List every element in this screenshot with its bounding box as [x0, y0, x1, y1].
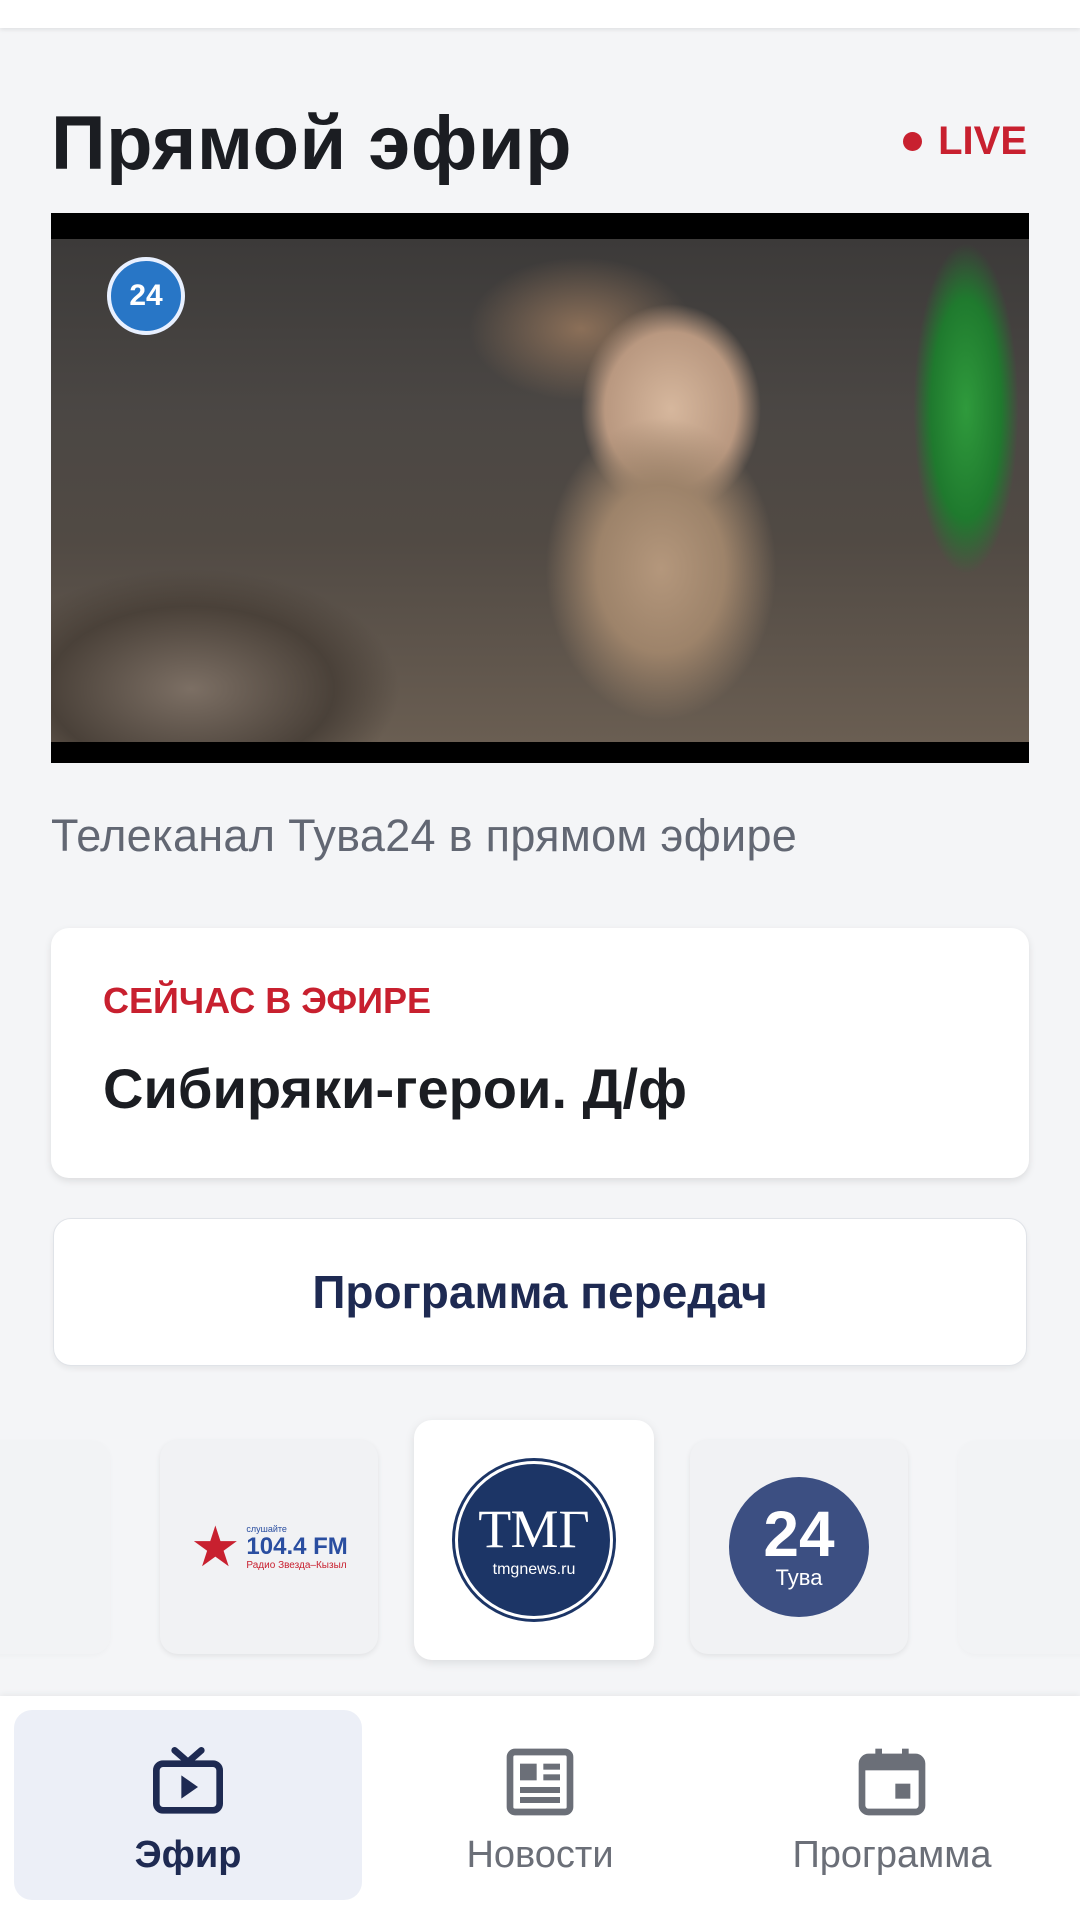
- video-frame: [51, 239, 1029, 742]
- page-title: Прямой эфир: [51, 101, 572, 186]
- tv-play-icon: [153, 1747, 223, 1814]
- now-playing-label: СЕЙЧАС В ЭФИРЕ: [103, 980, 432, 1021]
- live-indicator: LIVE: [903, 116, 1027, 166]
- nav-item-air[interactable]: Эфир: [14, 1710, 362, 1900]
- channel-card-zvezda[interactable]: ★ слушайте 104.4 FM Радио Звезда–Кызыл: [160, 1440, 378, 1654]
- live-label: LIVE: [938, 118, 1027, 163]
- live-dot-icon: [903, 131, 923, 151]
- zvezda-logo: ★ слушайте 104.4 FM Радио Звезда–Кызыл: [190, 1515, 348, 1578]
- now-playing-title: Сибиряки-герои. Д/ф: [103, 1057, 688, 1120]
- bottom-navigation: Эфир Новости Программа: [0, 1696, 1080, 1920]
- nav-label-schedule: Программа: [792, 1834, 992, 1876]
- top-bar: [0, 0, 1080, 28]
- channel-card-partial-right[interactable]: [958, 1440, 1080, 1654]
- video-player[interactable]: 24: [51, 213, 1029, 763]
- tuva24-logo: 24 Тува: [729, 1477, 869, 1617]
- newspaper-icon: [506, 1748, 574, 1816]
- tmg-logo: ТМГ tmgnews.ru: [455, 1461, 613, 1619]
- channel-watermark-logo: 24: [107, 257, 185, 335]
- nav-label-news: Новости: [466, 1834, 614, 1876]
- channel-card-tmg[interactable]: ТМГ tmgnews.ru: [414, 1420, 654, 1660]
- channel-carousel[interactable]: ★ слушайте 104.4 FM Радио Звезда–Кызыл Т…: [0, 1410, 1080, 1660]
- stream-description: Телеканал Тува24 в прямом эфире: [51, 810, 798, 861]
- now-playing-card: СЕЙЧАС В ЭФИРЕ Сибиряки-герои. Д/ф: [51, 928, 1029, 1178]
- channel-card-partial-left[interactable]: [0, 1440, 110, 1654]
- nav-label-air: Эфир: [134, 1834, 242, 1876]
- schedule-button[interactable]: Программа передач: [53, 1218, 1027, 1366]
- nav-item-schedule[interactable]: Программа: [718, 1710, 1066, 1900]
- channel-card-tuva24[interactable]: 24 Тува: [690, 1440, 908, 1654]
- star-icon: ★: [190, 1515, 241, 1578]
- nav-item-news[interactable]: Новости: [366, 1710, 714, 1900]
- calendar-icon: [858, 1748, 926, 1816]
